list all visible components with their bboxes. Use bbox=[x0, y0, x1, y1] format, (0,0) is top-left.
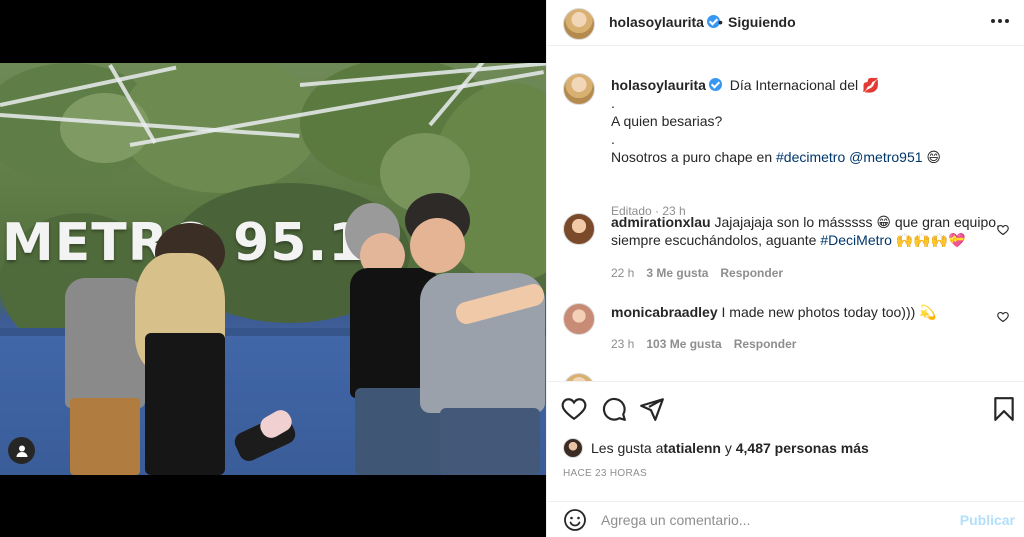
post-photo[interactable]: METRO 95.1 bbox=[0, 63, 546, 475]
post-sidebar: holasoylaurita • Siguiendo holasoylaurit… bbox=[546, 0, 1024, 537]
header-separator: • bbox=[718, 14, 723, 30]
caption-line-1: Día Internacional del 💋 bbox=[729, 77, 880, 93]
person-man-hoodie bbox=[400, 193, 546, 475]
post-actions: Les gusta a tatialenn y 4,487 personas m… bbox=[547, 381, 1024, 501]
comment-hashtag[interactable]: #DeciMetro bbox=[820, 232, 892, 248]
comment-likes[interactable]: 3 Me gusta bbox=[646, 266, 708, 280]
author-username[interactable]: holasoylaurita bbox=[609, 14, 720, 30]
like-comment-heart-icon[interactable] bbox=[997, 224, 1009, 236]
caption-line-4: . bbox=[611, 131, 615, 147]
comment-composer: Publicar bbox=[547, 501, 1024, 537]
publish-button[interactable]: Publicar bbox=[960, 512, 1015, 528]
liker-avatar[interactable] bbox=[563, 438, 583, 458]
reply-button[interactable]: Responder bbox=[720, 266, 783, 280]
comment-text: Jajajajaja son lo másssss 😁 que gran equ… bbox=[714, 214, 1000, 230]
user-tag-icon[interactable] bbox=[8, 437, 35, 464]
more-options-icon[interactable] bbox=[991, 10, 1009, 32]
comment-text-cont: siempre escuchándolos, aguante bbox=[611, 232, 821, 248]
commenter-avatar[interactable] bbox=[563, 303, 595, 335]
comment-emoji: 🙌🙌🙌💝 bbox=[891, 232, 966, 248]
comment-icon[interactable] bbox=[601, 396, 627, 422]
share-icon[interactable] bbox=[639, 396, 665, 422]
likes-prefix: Les gusta a bbox=[591, 440, 664, 456]
liker-username[interactable]: tatialenn bbox=[663, 440, 721, 456]
comment-text: I made new photos today too))) 💫 bbox=[721, 304, 937, 320]
commenter-avatar[interactable] bbox=[563, 213, 595, 245]
comment-time[interactable]: 22 h bbox=[611, 266, 634, 280]
caption-username[interactable]: holasoylaurita bbox=[611, 77, 722, 93]
likes-mid: y bbox=[720, 440, 736, 456]
author-avatar[interactable] bbox=[563, 8, 595, 40]
post-header: holasoylaurita • Siguiendo bbox=[547, 0, 1024, 46]
caption-avatar[interactable] bbox=[563, 73, 595, 105]
bookmark-icon[interactable] bbox=[991, 396, 1017, 422]
like-comment-heart-icon[interactable] bbox=[997, 311, 1009, 323]
caption-emoji: 😄 bbox=[926, 149, 942, 165]
commenter-avatar-partial[interactable] bbox=[563, 373, 595, 381]
comment-username[interactable]: admirationxlau bbox=[611, 214, 711, 230]
likes-summary: Les gusta a tatialenn y 4,487 personas m… bbox=[563, 438, 869, 458]
likes-count[interactable]: 4,487 personas más bbox=[736, 440, 869, 456]
heart-icon[interactable] bbox=[561, 396, 587, 422]
caption-line-3: A quien besarias? bbox=[611, 113, 723, 129]
post-timestamp[interactable]: HACE 23 HORAS bbox=[563, 468, 647, 479]
post-media[interactable]: METRO 95.1 bbox=[0, 0, 546, 537]
comments-area[interactable]: holasoylaurita Día Internacional del 💋 .… bbox=[547, 47, 1024, 381]
person-woman bbox=[115, 223, 299, 475]
comment-likes[interactable]: 103 Me gusta bbox=[646, 337, 721, 351]
caption-line-2: . bbox=[611, 95, 615, 111]
reply-button[interactable]: Responder bbox=[734, 337, 797, 351]
comment-time[interactable]: 23 h bbox=[611, 337, 634, 351]
following-button[interactable]: Siguiendo bbox=[728, 14, 796, 30]
verified-badge-icon bbox=[708, 78, 722, 91]
caption-line-5: Nosotros a puro chape en bbox=[611, 149, 776, 165]
comment-input[interactable] bbox=[601, 510, 941, 530]
comment-username[interactable]: monicabraadley bbox=[611, 304, 718, 320]
emoji-icon[interactable] bbox=[563, 508, 587, 532]
caption-mention[interactable]: @metro951 bbox=[849, 149, 922, 165]
caption-hashtag[interactable]: #decimetro bbox=[776, 149, 845, 165]
